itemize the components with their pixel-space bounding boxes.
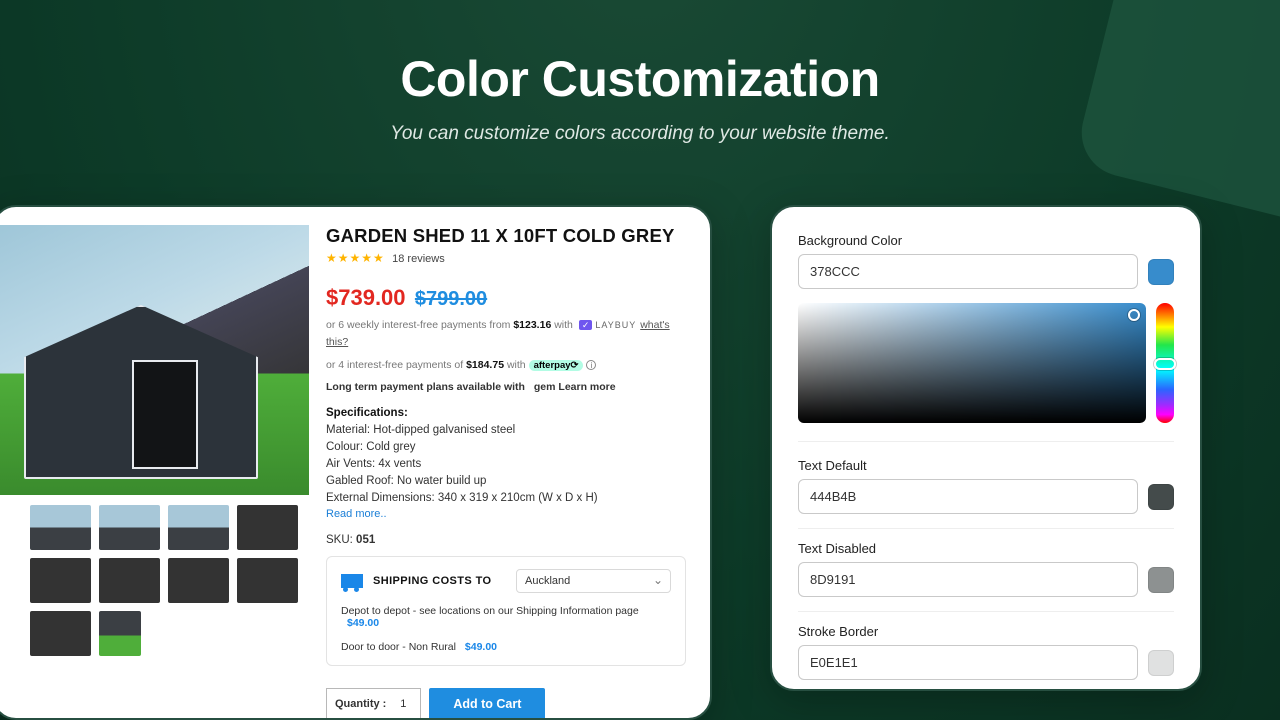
background-color-label: Background Color bbox=[798, 233, 1174, 248]
stroke-border-label: Stroke Border bbox=[798, 624, 1174, 639]
text-default-swatch[interactable] bbox=[1148, 484, 1174, 510]
page-subtitle: You can customize colors according to yo… bbox=[330, 120, 950, 148]
thumbnail[interactable] bbox=[99, 505, 160, 550]
thumbnail[interactable] bbox=[237, 505, 298, 550]
thumbnail[interactable] bbox=[99, 558, 160, 603]
shipping-heading: SHIPPING COSTS TO bbox=[373, 575, 491, 587]
review-count[interactable]: 18 reviews bbox=[392, 253, 445, 265]
product-title: GARDEN SHED 11 X 10FT COLD GREY bbox=[326, 225, 686, 247]
price-compare: $799.00 bbox=[415, 288, 487, 310]
thumbnail[interactable] bbox=[30, 505, 91, 550]
product-info: GARDEN SHED 11 X 10FT COLD GREY ★★★★★ 18… bbox=[314, 225, 686, 700]
quantity-value[interactable]: 1 bbox=[394, 698, 412, 710]
laybuy-logo-text: LAYBUY bbox=[595, 320, 636, 330]
spec-line: External Dimensions: 340 x 319 x 210cm (… bbox=[326, 492, 686, 504]
background-color-swatch[interactable] bbox=[1148, 259, 1174, 285]
thumbnail[interactable] bbox=[30, 611, 91, 656]
finance-laybuy-amount: $123.16 bbox=[513, 319, 551, 331]
laybuy-icon: ✓ bbox=[579, 320, 593, 330]
text-default-input[interactable] bbox=[798, 479, 1138, 514]
sku-label: SKU: bbox=[326, 534, 356, 546]
specs-heading: Specifications: bbox=[326, 407, 408, 419]
spec-line: Material: Hot-dipped galvanised steel bbox=[326, 424, 686, 436]
shipping-price: $49.00 bbox=[465, 641, 497, 653]
text-disabled-label: Text Disabled bbox=[798, 541, 1174, 556]
product-gallery bbox=[0, 225, 314, 700]
product-preview-card: GARDEN SHED 11 X 10FT COLD GREY ★★★★★ 18… bbox=[0, 205, 712, 720]
learn-more-link[interactable]: Learn more bbox=[558, 381, 615, 393]
spec-line: Colour: Cold grey bbox=[326, 441, 686, 453]
finance-afterpay-text: or 4 interest-free payments of bbox=[326, 359, 466, 371]
text-disabled-swatch[interactable] bbox=[1148, 567, 1174, 593]
afterpay-badge[interactable]: afterpay⟳ bbox=[529, 360, 584, 371]
finance-laybuy-text: or 6 weekly interest-free payments from bbox=[326, 319, 513, 331]
shipping-region-select[interactable]: Auckland bbox=[516, 569, 671, 593]
thumbnail[interactable] bbox=[168, 505, 229, 550]
info-icon[interactable]: i bbox=[586, 360, 596, 370]
color-settings-panel: Background Color Text Default Text Disab bbox=[770, 205, 1202, 691]
background-color-input[interactable] bbox=[798, 254, 1138, 289]
thumbnail[interactable] bbox=[168, 558, 229, 603]
text-disabled-input[interactable] bbox=[798, 562, 1138, 597]
add-to-cart-button[interactable]: Add to Cart bbox=[429, 688, 545, 720]
shipping-price: $49.00 bbox=[347, 617, 379, 629]
spec-line: Gabled Roof: No water build up bbox=[326, 475, 686, 487]
product-thumbnails bbox=[0, 495, 314, 656]
thumbnail[interactable] bbox=[30, 558, 91, 603]
thumbnail[interactable] bbox=[237, 558, 298, 603]
text-default-label: Text Default bbox=[798, 458, 1174, 473]
read-more-link[interactable]: Read more.. bbox=[326, 508, 387, 520]
shipping-option-text: Door to door - Non Rural bbox=[341, 641, 456, 653]
color-picker bbox=[798, 303, 1174, 442]
quantity-stepper[interactable]: Quantity : 1 bbox=[326, 688, 421, 720]
stroke-border-swatch[interactable] bbox=[1148, 650, 1174, 676]
sku-value: 051 bbox=[356, 534, 375, 546]
spec-line: Air Vents: 4x vents bbox=[326, 458, 686, 470]
color-picker-saturation[interactable] bbox=[798, 303, 1146, 423]
star-rating-icon: ★★★★★ bbox=[326, 251, 385, 265]
hue-indicator[interactable] bbox=[1154, 358, 1176, 370]
product-main-image[interactable] bbox=[0, 225, 309, 495]
longterm-text: Long term payment plans available with bbox=[326, 381, 525, 393]
quantity-label: Quantity : bbox=[335, 698, 386, 710]
color-picker-hue-slider[interactable] bbox=[1156, 303, 1174, 423]
thumbnail[interactable] bbox=[99, 611, 141, 656]
price-current: $739.00 bbox=[326, 285, 406, 310]
finance-afterpay-amount: $184.75 bbox=[466, 359, 504, 371]
shipping-box: SHIPPING COSTS TO Auckland Depot to depo… bbox=[326, 556, 686, 666]
gem-logo-text: gem bbox=[534, 381, 556, 393]
color-picker-indicator[interactable] bbox=[1128, 309, 1140, 321]
truck-icon bbox=[341, 574, 363, 588]
stroke-border-input[interactable] bbox=[798, 645, 1138, 680]
shipping-option-text: Depot to depot - see locations on our Sh… bbox=[341, 605, 639, 617]
